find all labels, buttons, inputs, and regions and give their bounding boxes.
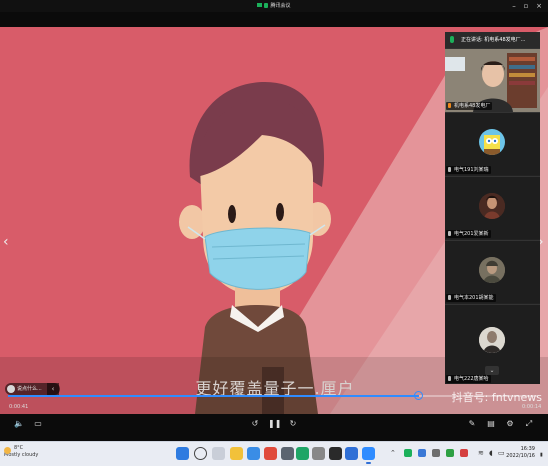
mic-icon <box>448 167 451 172</box>
meeting-window: 腾讯会议 – ▫ × ‹ › 更好覆盖量子一.厘户 抖音号: fntvnews … <box>0 0 548 466</box>
collapse-chat-icon[interactable]: ‹ <box>47 383 59 395</box>
signal-icon <box>257 3 263 7</box>
video-toolbar: 🔈 ▭ ↺ ❚❚ ↻ ✎ ▤ ⚙ ⤢ <box>0 414 548 435</box>
scroll-down-icon[interactable]: ⌄ <box>485 366 499 375</box>
clock-date: 2022/10/16 <box>506 453 535 459</box>
store-icon[interactable] <box>247 447 260 460</box>
restore-icon[interactable]: ▫ <box>520 0 532 12</box>
participant-name: 电气本201胡某能 <box>446 294 496 302</box>
settings-icon[interactable]: ⚙ <box>504 418 516 430</box>
subtitle-icon[interactable]: ▤ <box>485 418 497 430</box>
soldier-avatar <box>479 257 505 283</box>
shield-icon <box>264 3 269 8</box>
participant-name: 电气222唐某哈 <box>446 375 491 383</box>
tencent-meeting-icon[interactable] <box>362 447 375 464</box>
app-icon[interactable] <box>345 447 358 460</box>
file-explorer-icon[interactable] <box>230 447 243 460</box>
task-view-icon[interactable] <box>212 447 225 460</box>
participants-panel: 正在讲话: 机电系48发电厂... 机电系48发电厂 电气191刘某瑞 电气20… <box>445 32 540 384</box>
progress-fill <box>8 395 419 397</box>
weather-widget[interactable]: 8°C Mostly cloudy <box>4 445 38 459</box>
speaker-icon[interactable]: ◖ <box>489 449 493 458</box>
character-avatar <box>479 327 505 353</box>
battery-icon[interactable]: ▭ <box>498 449 505 458</box>
mic-icon <box>448 103 451 108</box>
windows-taskbar: 8°C Mostly cloudy ⌃ ≋ ◖ ▭ 16:39 2022/10/… <box>0 441 548 466</box>
chat-chip-label: 说点什么... <box>17 386 42 392</box>
volume-icon[interactable]: 🔈 <box>13 418 25 430</box>
system-clock[interactable]: 16:39 2022/10/16 <box>506 446 535 460</box>
title-bar: 腾讯会议 – ▫ × <box>0 0 548 12</box>
speaking-label: 正在讲话: 机电系48发电厂... <box>461 37 526 43</box>
speaking-indicator: 正在讲话: 机电系48发电厂... <box>445 32 540 48</box>
participant-tile[interactable]: 电气201爱某新 <box>445 176 540 239</box>
tray-app-icon[interactable] <box>446 449 454 457</box>
participant-name: 电气191刘某瑞 <box>446 166 491 174</box>
edge-icon[interactable] <box>296 447 309 460</box>
close-icon[interactable]: × <box>533 0 545 12</box>
minimize-icon[interactable]: – <box>508 0 520 12</box>
user-avatar <box>7 385 15 393</box>
pen-icon[interactable]: ✎ <box>466 418 478 430</box>
mic-icon <box>448 376 451 381</box>
participant-tile[interactable]: 电气191刘某瑞 <box>445 112 540 175</box>
pause-icon[interactable]: ❚❚ <box>268 418 281 430</box>
app-icon[interactable] <box>329 447 342 460</box>
app-icon[interactable] <box>312 447 325 460</box>
mic-icon <box>448 231 451 236</box>
meeting-title: 腾讯会议 <box>0 0 548 12</box>
total-time: 0:00:14 <box>522 404 542 410</box>
video-watermark: 抖音号: fntvnews <box>451 391 542 404</box>
forward-icon[interactable]: ↻ <box>287 418 299 430</box>
start-icon[interactable] <box>176 447 189 460</box>
participant-name: 电气201爱某新 <box>446 230 491 238</box>
participant-name: 机电系48发电厂 <box>446 102 493 110</box>
fullscreen-icon[interactable]: ⤢ <box>523 418 535 430</box>
notification-icon[interactable]: ▮ <box>540 451 543 460</box>
participant-tile[interactable]: 机电系48发电厂 <box>445 48 540 112</box>
weather-icon <box>4 447 11 454</box>
tray-wechat-icon[interactable] <box>404 449 412 457</box>
tray-app-icon[interactable] <box>418 449 426 457</box>
tray-app-icon[interactable] <box>460 449 468 457</box>
progress-bar[interactable] <box>8 391 538 400</box>
app-icon[interactable] <box>281 447 294 460</box>
search-icon[interactable] <box>194 447 207 460</box>
caption-icon[interactable]: ▭ <box>32 418 44 430</box>
prev-arrow-icon[interactable]: ‹ <box>3 235 9 249</box>
weather-temp: 8°C <box>14 445 24 451</box>
clock-time: 16:39 <box>520 446 535 452</box>
spongebob-avatar <box>479 129 505 155</box>
warrior-avatar <box>479 193 505 219</box>
mic-icon <box>448 295 451 300</box>
wifi-icon[interactable]: ≋ <box>478 449 484 458</box>
mic-icon <box>450 36 454 43</box>
participant-tile[interactable]: 电气本201胡某能 <box>445 240 540 303</box>
app-title: 腾讯会议 <box>270 3 291 9</box>
tray-chevron-icon[interactable]: ⌃ <box>390 449 396 458</box>
tray-app-icon[interactable] <box>432 449 440 457</box>
elapsed-time: 0:00:41 <box>9 404 29 410</box>
rewind-icon[interactable]: ↺ <box>249 418 261 430</box>
mail-icon[interactable] <box>264 447 277 460</box>
